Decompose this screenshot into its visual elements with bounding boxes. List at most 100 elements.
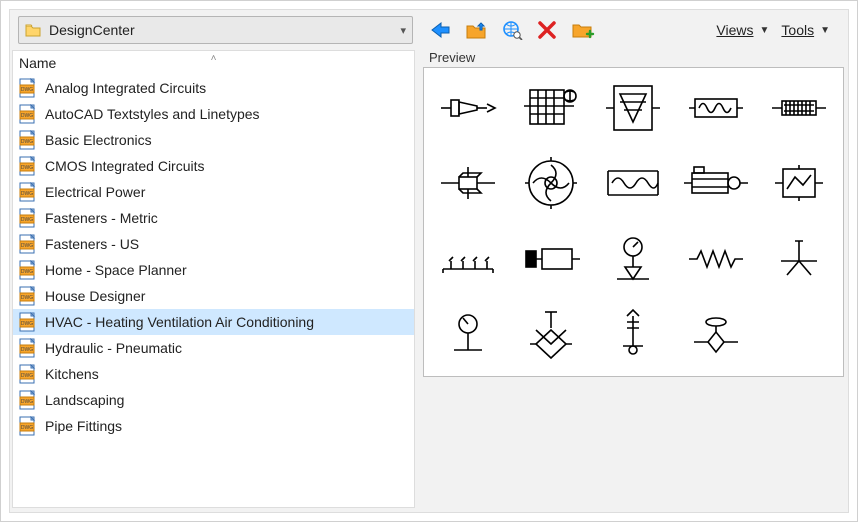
list-item[interactable]: DWG Fasteners - Metric	[13, 205, 414, 231]
spring-damper-symbol[interactable]	[678, 225, 755, 293]
file-list-panel: ˄ Name DWG Analog Integrated Circuits DW…	[12, 50, 415, 508]
list-item[interactable]: DWG Pipe Fittings	[13, 413, 414, 439]
dwg-file-icon: DWG	[19, 416, 37, 436]
tools-menu[interactable]: Tools ▼	[781, 22, 830, 38]
chevron-down-icon: ▾	[400, 24, 406, 37]
sensor-symbol[interactable]	[595, 299, 672, 371]
fan-symbol[interactable]	[513, 148, 590, 220]
list-item-label: Kitchens	[45, 366, 99, 382]
chevron-down-icon: ▼	[820, 25, 830, 36]
body: ˄ Name DWG Analog Integrated Circuits DW…	[10, 50, 848, 512]
list-item[interactable]: DWG Basic Electronics	[13, 127, 414, 153]
svg-text:DWG: DWG	[21, 243, 33, 249]
new-folder-button[interactable]	[569, 18, 597, 42]
list-item-label: Electrical Power	[45, 184, 145, 200]
burner-symbol[interactable]	[430, 225, 507, 293]
tools-label: Tools	[781, 22, 814, 38]
list-item[interactable]: DWG CMOS Integrated Circuits	[13, 153, 414, 179]
svg-text:DWG: DWG	[21, 191, 33, 197]
svg-text:DWG: DWG	[21, 425, 33, 431]
resistor-element-symbol[interactable]	[595, 148, 672, 220]
preview-label: Preview	[423, 50, 844, 67]
svg-text:DWG: DWG	[21, 399, 33, 405]
dwg-file-icon: DWG	[19, 312, 37, 332]
list-item-label: CMOS Integrated Circuits	[45, 158, 205, 174]
new-folder-icon	[571, 20, 595, 40]
dwg-file-icon: DWG	[19, 182, 37, 202]
column-header-name[interactable]: ˄ Name	[13, 51, 414, 75]
globe-valve-symbol[interactable]	[678, 299, 755, 371]
list-item-label: Basic Electronics	[45, 132, 152, 148]
svg-text:DWG: DWG	[21, 113, 33, 119]
design-center-panel: DesignCenter ▾	[9, 9, 849, 513]
path-dropdown[interactable]: DesignCenter ▾	[18, 16, 413, 44]
list-item-label: Fasteners - Metric	[45, 210, 158, 226]
preview-panel: Preview	[423, 50, 844, 508]
inline-filter-symbol[interactable]	[760, 74, 837, 142]
svg-text:DWG: DWG	[21, 295, 33, 301]
views-label: Views	[716, 22, 753, 38]
list-item[interactable]: DWG HVAC - Heating Ventilation Air Condi…	[13, 309, 414, 335]
list-item-label: Analog Integrated Circuits	[45, 80, 206, 96]
dwg-file-icon: DWG	[19, 130, 37, 150]
svg-text:DWG: DWG	[21, 87, 33, 93]
delete-icon	[537, 20, 557, 40]
sort-asc-icon: ˄	[211, 53, 217, 64]
list-item[interactable]: DWG Landscaping	[13, 387, 414, 413]
list-item[interactable]: DWG Hydraulic - Pneumatic	[13, 335, 414, 361]
web-search-button[interactable]	[499, 18, 525, 42]
file-list[interactable]: DWG Analog Integrated Circuits DWG AutoC…	[13, 75, 414, 507]
dwg-file-icon: DWG	[19, 364, 37, 384]
gauge-2-symbol[interactable]	[430, 299, 507, 371]
grid-damper-symbol[interactable]	[513, 74, 590, 142]
dwg-file-icon: DWG	[19, 390, 37, 410]
pressure-gauge-symbol[interactable]	[595, 225, 672, 293]
dwg-file-icon: DWG	[19, 234, 37, 254]
path-label: DesignCenter	[49, 22, 135, 38]
svg-text:DWG: DWG	[21, 347, 33, 353]
folder-up-button[interactable]	[463, 18, 489, 42]
svg-text:DWG: DWG	[21, 373, 33, 379]
preview-box	[423, 67, 844, 377]
folder-icon	[25, 23, 41, 37]
list-item-label: Fasteners - US	[45, 236, 139, 252]
dwg-file-icon: DWG	[19, 260, 37, 280]
cross-connector-symbol[interactable]	[430, 148, 507, 220]
controller-symbol[interactable]	[760, 148, 837, 220]
louver-symbol[interactable]	[595, 74, 672, 142]
list-item[interactable]: DWG Electrical Power	[13, 179, 414, 205]
list-item-label: AutoCAD Textstyles and Linetypes	[45, 106, 260, 122]
list-item[interactable]: DWG AutoCAD Textstyles and Linetypes	[13, 101, 414, 127]
svg-text:DWG: DWG	[21, 269, 33, 275]
list-item[interactable]: DWG Analog Integrated Circuits	[13, 75, 414, 101]
list-item[interactable]: DWG Home - Space Planner	[13, 257, 414, 283]
toolbar: DesignCenter ▾	[10, 10, 848, 50]
motor-unit-symbol[interactable]	[678, 148, 755, 220]
dwg-file-icon: DWG	[19, 78, 37, 98]
svg-text:DWG: DWG	[21, 139, 33, 145]
tee-symbol[interactable]	[760, 225, 837, 293]
back-button[interactable]	[427, 19, 453, 41]
svg-text:DWG: DWG	[21, 165, 33, 171]
web-search-icon	[501, 20, 523, 40]
delete-button[interactable]	[535, 18, 559, 42]
list-item-label: Landscaping	[45, 392, 124, 408]
dwg-file-icon: DWG	[19, 156, 37, 176]
dwg-file-icon: DWG	[19, 338, 37, 358]
dwg-file-icon: DWG	[19, 286, 37, 306]
views-menu[interactable]: Views ▼	[716, 22, 769, 38]
list-item-label: Hydraulic - Pneumatic	[45, 340, 182, 356]
back-arrow-icon	[429, 21, 451, 39]
list-item-label: HVAC - Heating Ventilation Air Condition…	[45, 314, 314, 330]
list-item[interactable]: DWG Kitchens	[13, 361, 414, 387]
dwg-file-icon: DWG	[19, 104, 37, 124]
menu-bar: Views ▼ Tools ▼	[716, 22, 840, 38]
reducer-symbol[interactable]	[430, 74, 507, 142]
list-item[interactable]: DWG Fasteners - US	[13, 231, 414, 257]
list-item[interactable]: DWG House Designer	[13, 283, 414, 309]
list-item-label: Pipe Fittings	[45, 418, 122, 434]
svg-text:DWG: DWG	[21, 321, 33, 327]
coil-symbol[interactable]	[678, 74, 755, 142]
duct-connector-symbol[interactable]	[513, 225, 590, 293]
control-valve-symbol[interactable]	[513, 299, 590, 371]
